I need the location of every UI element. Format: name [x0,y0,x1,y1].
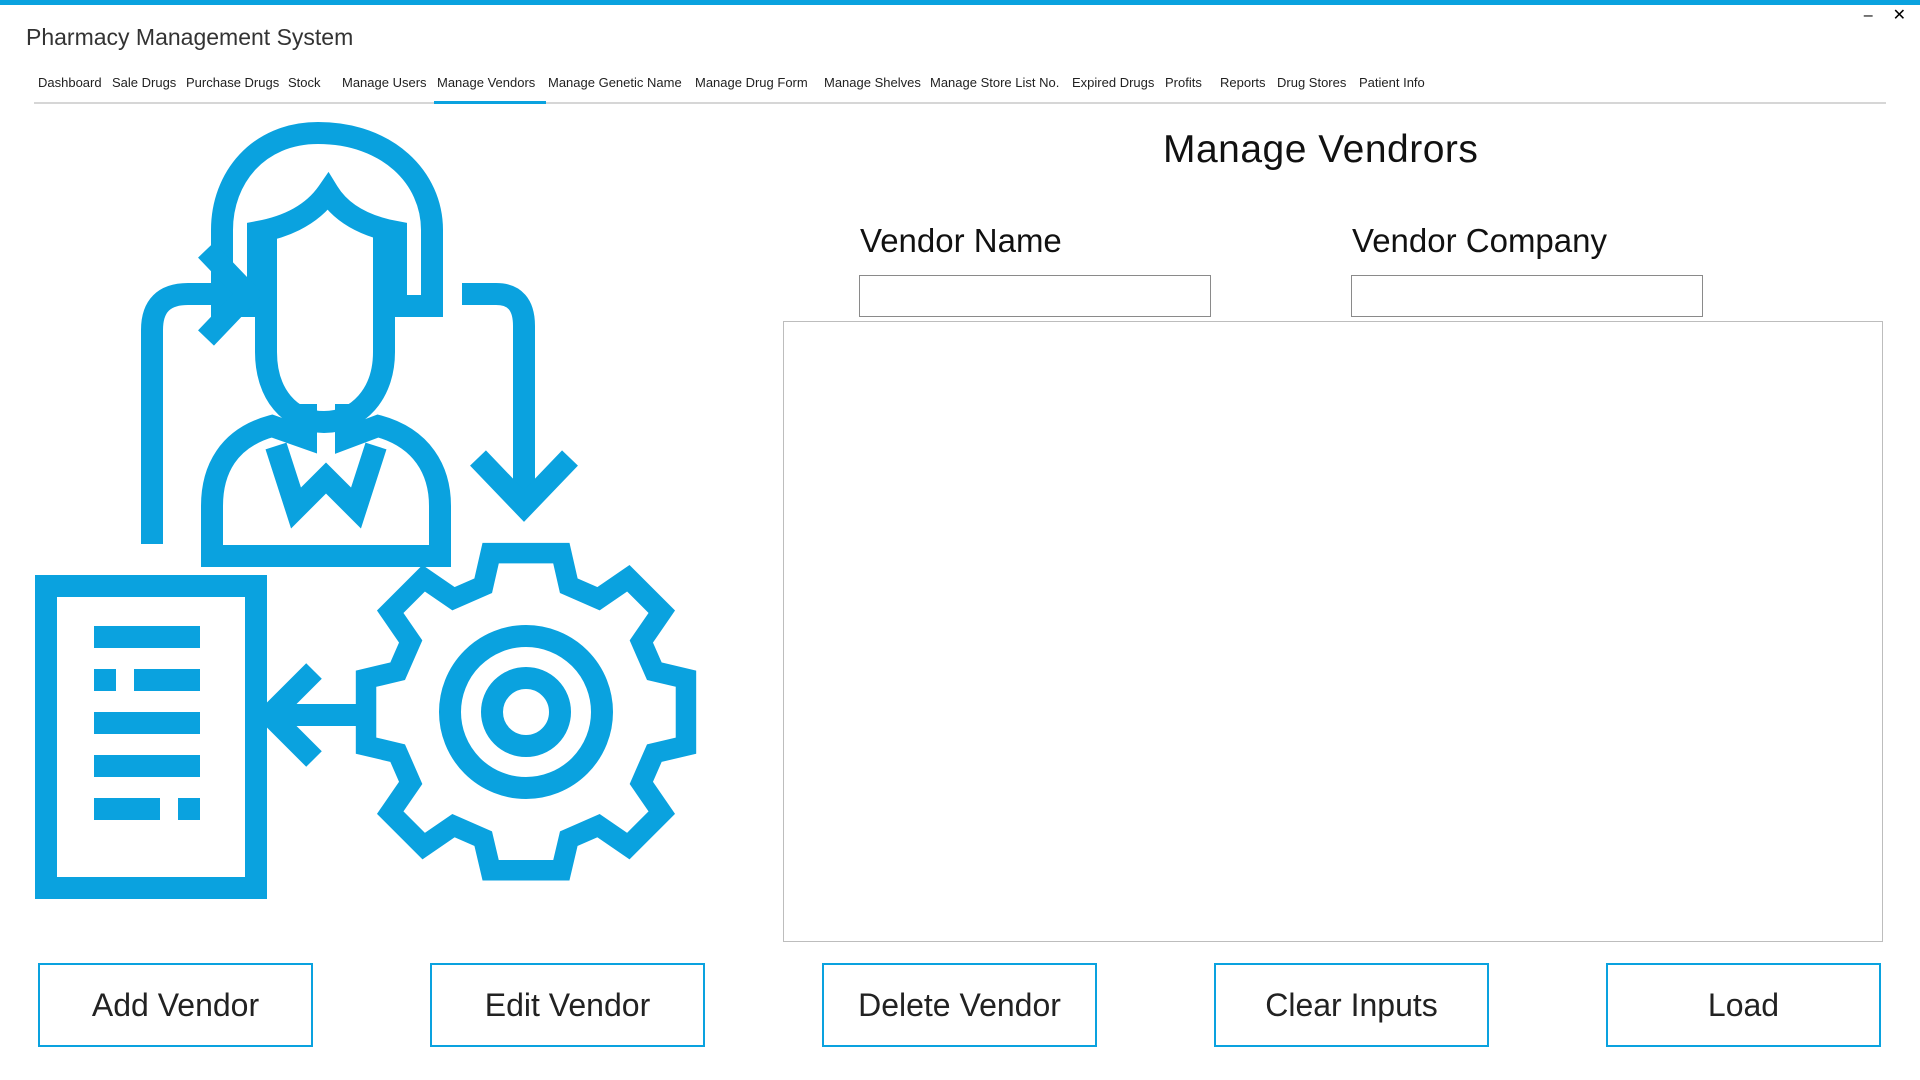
tab-manage-shelves[interactable]: Manage Shelves [824,72,921,104]
page-title: Manage Vendrors [1163,128,1479,171]
vendor-company-input[interactable] [1351,275,1703,317]
window-accent-bar [0,0,1920,5]
tab-stock[interactable]: Stock [288,72,321,104]
gear-icon [355,542,697,881]
tab-sale-drugs[interactable]: Sale Drugs [112,72,176,104]
arrow-to-gear-icon [462,283,578,522]
vendors-data-grid[interactable] [783,321,1883,942]
load-button[interactable]: Load [1606,963,1881,1047]
person-icon [201,121,451,567]
vendor-management-illustration [35,121,697,899]
edit-vendor-button[interactable]: Edit Vendor [430,963,705,1047]
tab-manage-genetic-name[interactable]: Manage Genetic Name [548,72,682,104]
tab-patient-info[interactable]: Patient Info [1359,72,1425,104]
tab-expired-drugs[interactable]: Expired Drugs [1072,72,1154,104]
tab-dashboard[interactable]: Dashboard [38,72,102,104]
tab-purchase-drugs[interactable]: Purchase Drugs [186,72,279,104]
tab-drug-stores[interactable]: Drug Stores [1277,72,1346,104]
tab-profits[interactable]: Profits [1165,72,1202,104]
main-tab-bar: Dashboard Sale Drugs Purchase Drugs Stoc… [34,72,1886,104]
arrow-to-person-icon [141,242,264,544]
window-controls: – ✕ [1864,6,1906,26]
app-title: Pharmacy Management System [26,24,354,50]
vendor-company-label: Vendor Company [1352,222,1607,259]
delete-vendor-button[interactable]: Delete Vendor [822,963,1097,1047]
close-button[interactable]: ✕ [1893,6,1906,26]
clear-inputs-button[interactable]: Clear Inputs [1214,963,1489,1047]
tab-reports[interactable]: Reports [1220,72,1266,104]
vendor-name-input[interactable] [859,275,1211,317]
add-vendor-button[interactable]: Add Vendor [38,963,313,1047]
document-icon [35,575,267,899]
tab-manage-vendors[interactable]: Manage Vendors [434,72,546,104]
minimize-button[interactable]: – [1864,6,1873,26]
tab-manage-drug-form[interactable]: Manage Drug Form [695,72,808,104]
tab-manage-users[interactable]: Manage Users [342,72,427,104]
vendor-name-label: Vendor Name [860,222,1062,259]
tab-manage-store-list-no[interactable]: Manage Store List No. [930,72,1059,104]
